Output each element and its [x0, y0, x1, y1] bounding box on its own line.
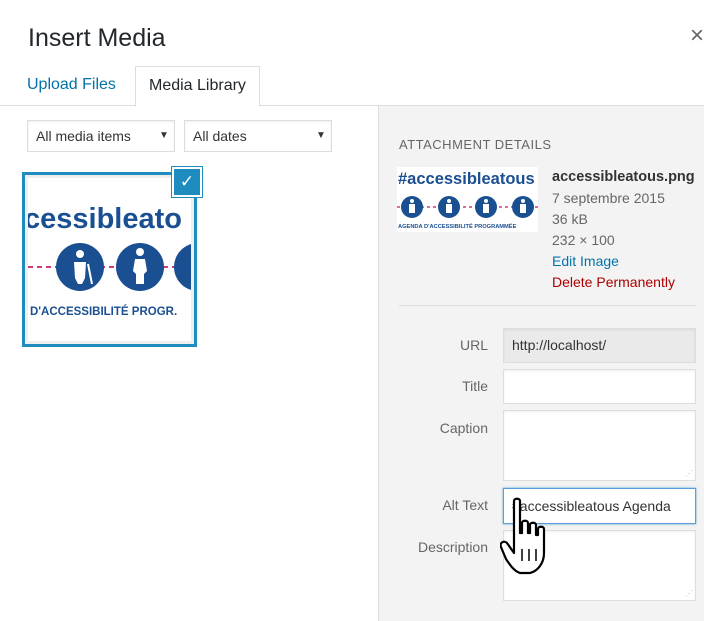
dropdown-arrow-icon: ▼ — [159, 130, 169, 141]
hand-pointer-cursor-icon — [500, 497, 546, 575]
modal-title: Insert Media — [28, 24, 166, 52]
media-type-filter-value: All media items — [36, 128, 131, 144]
thumbnail-agenda-text: D'ACCESSIBILITÉ PROGR. — [30, 305, 177, 318]
details-thumb-subtitle: AGENDA D'ACCESSIBILITÉ PROGRAMMÉE — [398, 222, 517, 230]
resize-grip-icon[interactable]: ⋰ — [685, 470, 693, 478]
attachment-dimensions: 232 × 100 — [552, 232, 615, 248]
delete-permanently-link[interactable]: Delete Permanently — [552, 274, 675, 290]
caption-label: Caption — [439, 420, 488, 436]
alt-text-label: Alt Text — [442, 497, 488, 513]
media-type-filter[interactable]: All media items ▼ — [27, 120, 175, 152]
thumbnail-hashtag-text: cessibleato — [28, 203, 182, 235]
attachment-filesize: 36 kB — [552, 211, 588, 227]
date-filter[interactable]: All dates ▼ — [184, 120, 332, 152]
details-thumbnail: #accessibleatous AGENDA D'ACCESSIBILITÉ … — [397, 167, 538, 232]
thumbnail-image: cessibleato D'ACCESSIBILITÉ PROGR. — [28, 178, 191, 341]
attachment-thumbnail[interactable]: cessibleato D'ACCESSIBILITÉ PROGR. — [22, 172, 197, 347]
url-label: URL — [459, 337, 488, 353]
dropdown-arrow-icon: ▼ — [316, 130, 326, 141]
title-label: Title — [462, 378, 488, 394]
tab-media-library[interactable]: Media Library — [135, 66, 260, 107]
date-filter-value: All dates — [193, 128, 247, 144]
url-field[interactable]: http://localhost/ — [503, 328, 696, 363]
attachment-details-heading: ATTACHMENT DETAILS — [399, 137, 552, 152]
close-icon[interactable]: × — [690, 22, 704, 50]
edit-image-link[interactable]: Edit Image — [552, 253, 619, 269]
resize-grip-icon[interactable]: ⋰ — [685, 590, 693, 598]
title-field[interactable] — [503, 369, 696, 404]
attachment-date: 7 septembre 2015 — [552, 190, 665, 206]
tab-upload-files[interactable]: Upload Files — [14, 66, 129, 106]
caption-field[interactable]: ⋰ — [503, 410, 696, 481]
description-label: Description — [417, 539, 488, 555]
media-tabs: Upload Files Media Library — [0, 66, 704, 107]
checkmark-icon[interactable]: ✓ — [172, 167, 202, 197]
attachment-filename: accessibleatous.png — [552, 169, 695, 185]
details-divider — [399, 305, 696, 306]
details-thumb-title: #accessibleatous — [398, 170, 535, 188]
